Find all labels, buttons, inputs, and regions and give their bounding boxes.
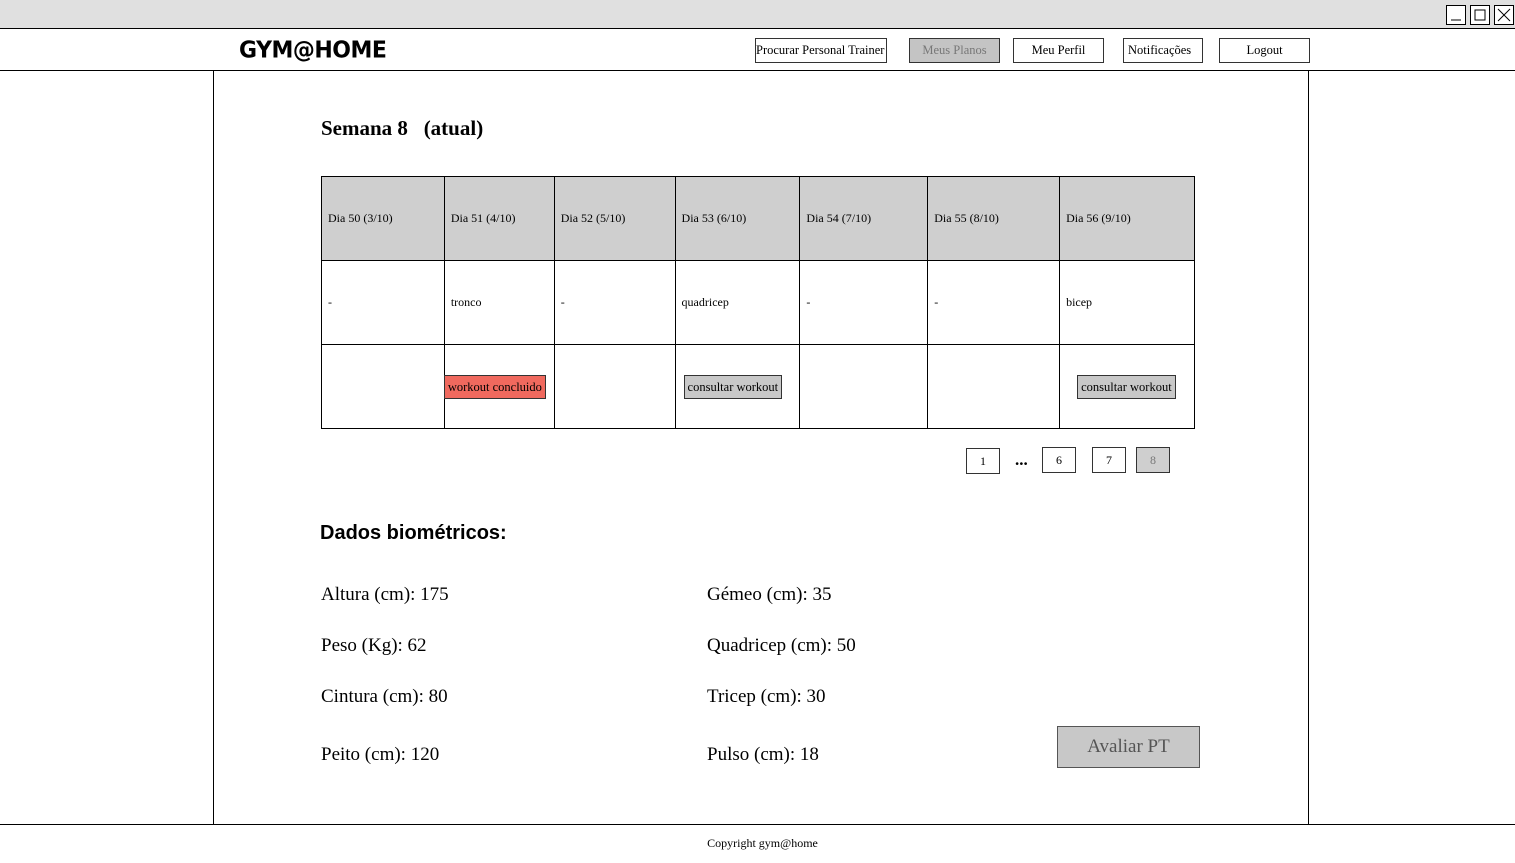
close-icon[interactable] — [1494, 5, 1514, 25]
view-workout-button[interactable]: consultar workout — [683, 374, 783, 399]
maximize-icon[interactable] — [1470, 5, 1490, 25]
bio-wrist: Pulso (cm): 18 — [707, 744, 819, 765]
day-workout: tronco — [443, 260, 555, 345]
window-titlebar — [0, 0, 1515, 29]
day-action-cell — [321, 344, 445, 429]
schedule-header-row: Dia 50 (3/10) Dia 51 (4/10) Dia 52 (5/10… — [321, 176, 1195, 261]
bio-waist: Cintura (cm): 80 — [321, 686, 448, 707]
page-button-8-current[interactable]: 8 — [1136, 447, 1170, 473]
nav-notifications-button[interactable]: Notificações — [1123, 38, 1203, 63]
app-logo[interactable]: GYM@HOME — [239, 37, 387, 63]
footer-copyright: Copyright gym@home — [707, 836, 818, 850]
day-workout: - — [799, 260, 929, 345]
day-action-cell: consultar workout — [1059, 344, 1195, 429]
day-workout: - — [321, 260, 445, 345]
day-header: Dia 54 (7/10) — [799, 176, 929, 261]
day-header: Dia 51 (4/10) — [443, 176, 555, 261]
day-header: Dia 53 (6/10) — [674, 176, 801, 261]
day-header: Dia 52 (5/10) — [553, 176, 676, 261]
page-button-7[interactable]: 7 — [1092, 447, 1126, 473]
day-header: Dia 50 (3/10) — [321, 176, 445, 261]
week-status: (atual) — [423, 116, 484, 140]
biometrics-title: Dados biométricos: — [320, 522, 507, 544]
nav-my-plans-button[interactable]: Meus Planos — [909, 38, 1000, 63]
day-action-cell — [553, 344, 676, 429]
bio-weight: Peso (Kg): 62 — [321, 635, 427, 656]
day-action-cell: consultar workout — [674, 344, 801, 429]
bio-chest: Peito (cm): 120 — [321, 744, 440, 765]
nav-logout-button[interactable]: Logout — [1219, 38, 1310, 63]
nav-find-trainer-button[interactable]: Procurar Personal Trainer — [755, 38, 887, 63]
page-button-6[interactable]: 6 — [1042, 447, 1076, 473]
bio-calf: Gémeo (cm): 35 — [707, 584, 832, 605]
schedule-action-row: workout concluido consultar workout cons… — [321, 344, 1195, 429]
day-workout: - — [927, 260, 1061, 345]
day-workout: - — [553, 260, 676, 345]
nav-my-profile-button[interactable]: Meu Perfil — [1013, 38, 1104, 63]
day-action-cell: workout concluido — [443, 344, 555, 429]
page-button-1[interactable]: 1 — [966, 448, 1000, 474]
bio-quadriceps: Quadricep (cm): 50 — [707, 635, 856, 656]
footer-divider — [0, 824, 1515, 825]
bio-height: Altura (cm): 175 — [321, 584, 449, 605]
schedule-workout-row: - tronco - quadricep - - bicep — [321, 260, 1195, 345]
minimize-icon[interactable] — [1446, 5, 1466, 25]
weekly-schedule-table: Dia 50 (3/10) Dia 51 (4/10) Dia 52 (5/10… — [321, 176, 1195, 429]
day-action-cell — [799, 344, 929, 429]
workout-completed-button[interactable]: workout concluido — [443, 374, 546, 399]
view-workout-button[interactable]: consultar workout — [1077, 374, 1176, 399]
day-header: Dia 56 (9/10) — [1059, 176, 1195, 261]
day-workout: quadricep — [674, 260, 801, 345]
week-title: Semana 8 (atual) — [321, 116, 483, 141]
day-action-cell — [927, 344, 1061, 429]
day-header: Dia 55 (8/10) — [927, 176, 1061, 261]
bio-triceps: Tricep (cm): 30 — [707, 686, 826, 707]
day-workout: bicep — [1059, 260, 1195, 345]
rate-trainer-button[interactable]: Avaliar PT — [1057, 726, 1200, 768]
pagination-ellipsis: ... — [1015, 450, 1028, 469]
week-number: Semana 8 — [321, 116, 408, 140]
